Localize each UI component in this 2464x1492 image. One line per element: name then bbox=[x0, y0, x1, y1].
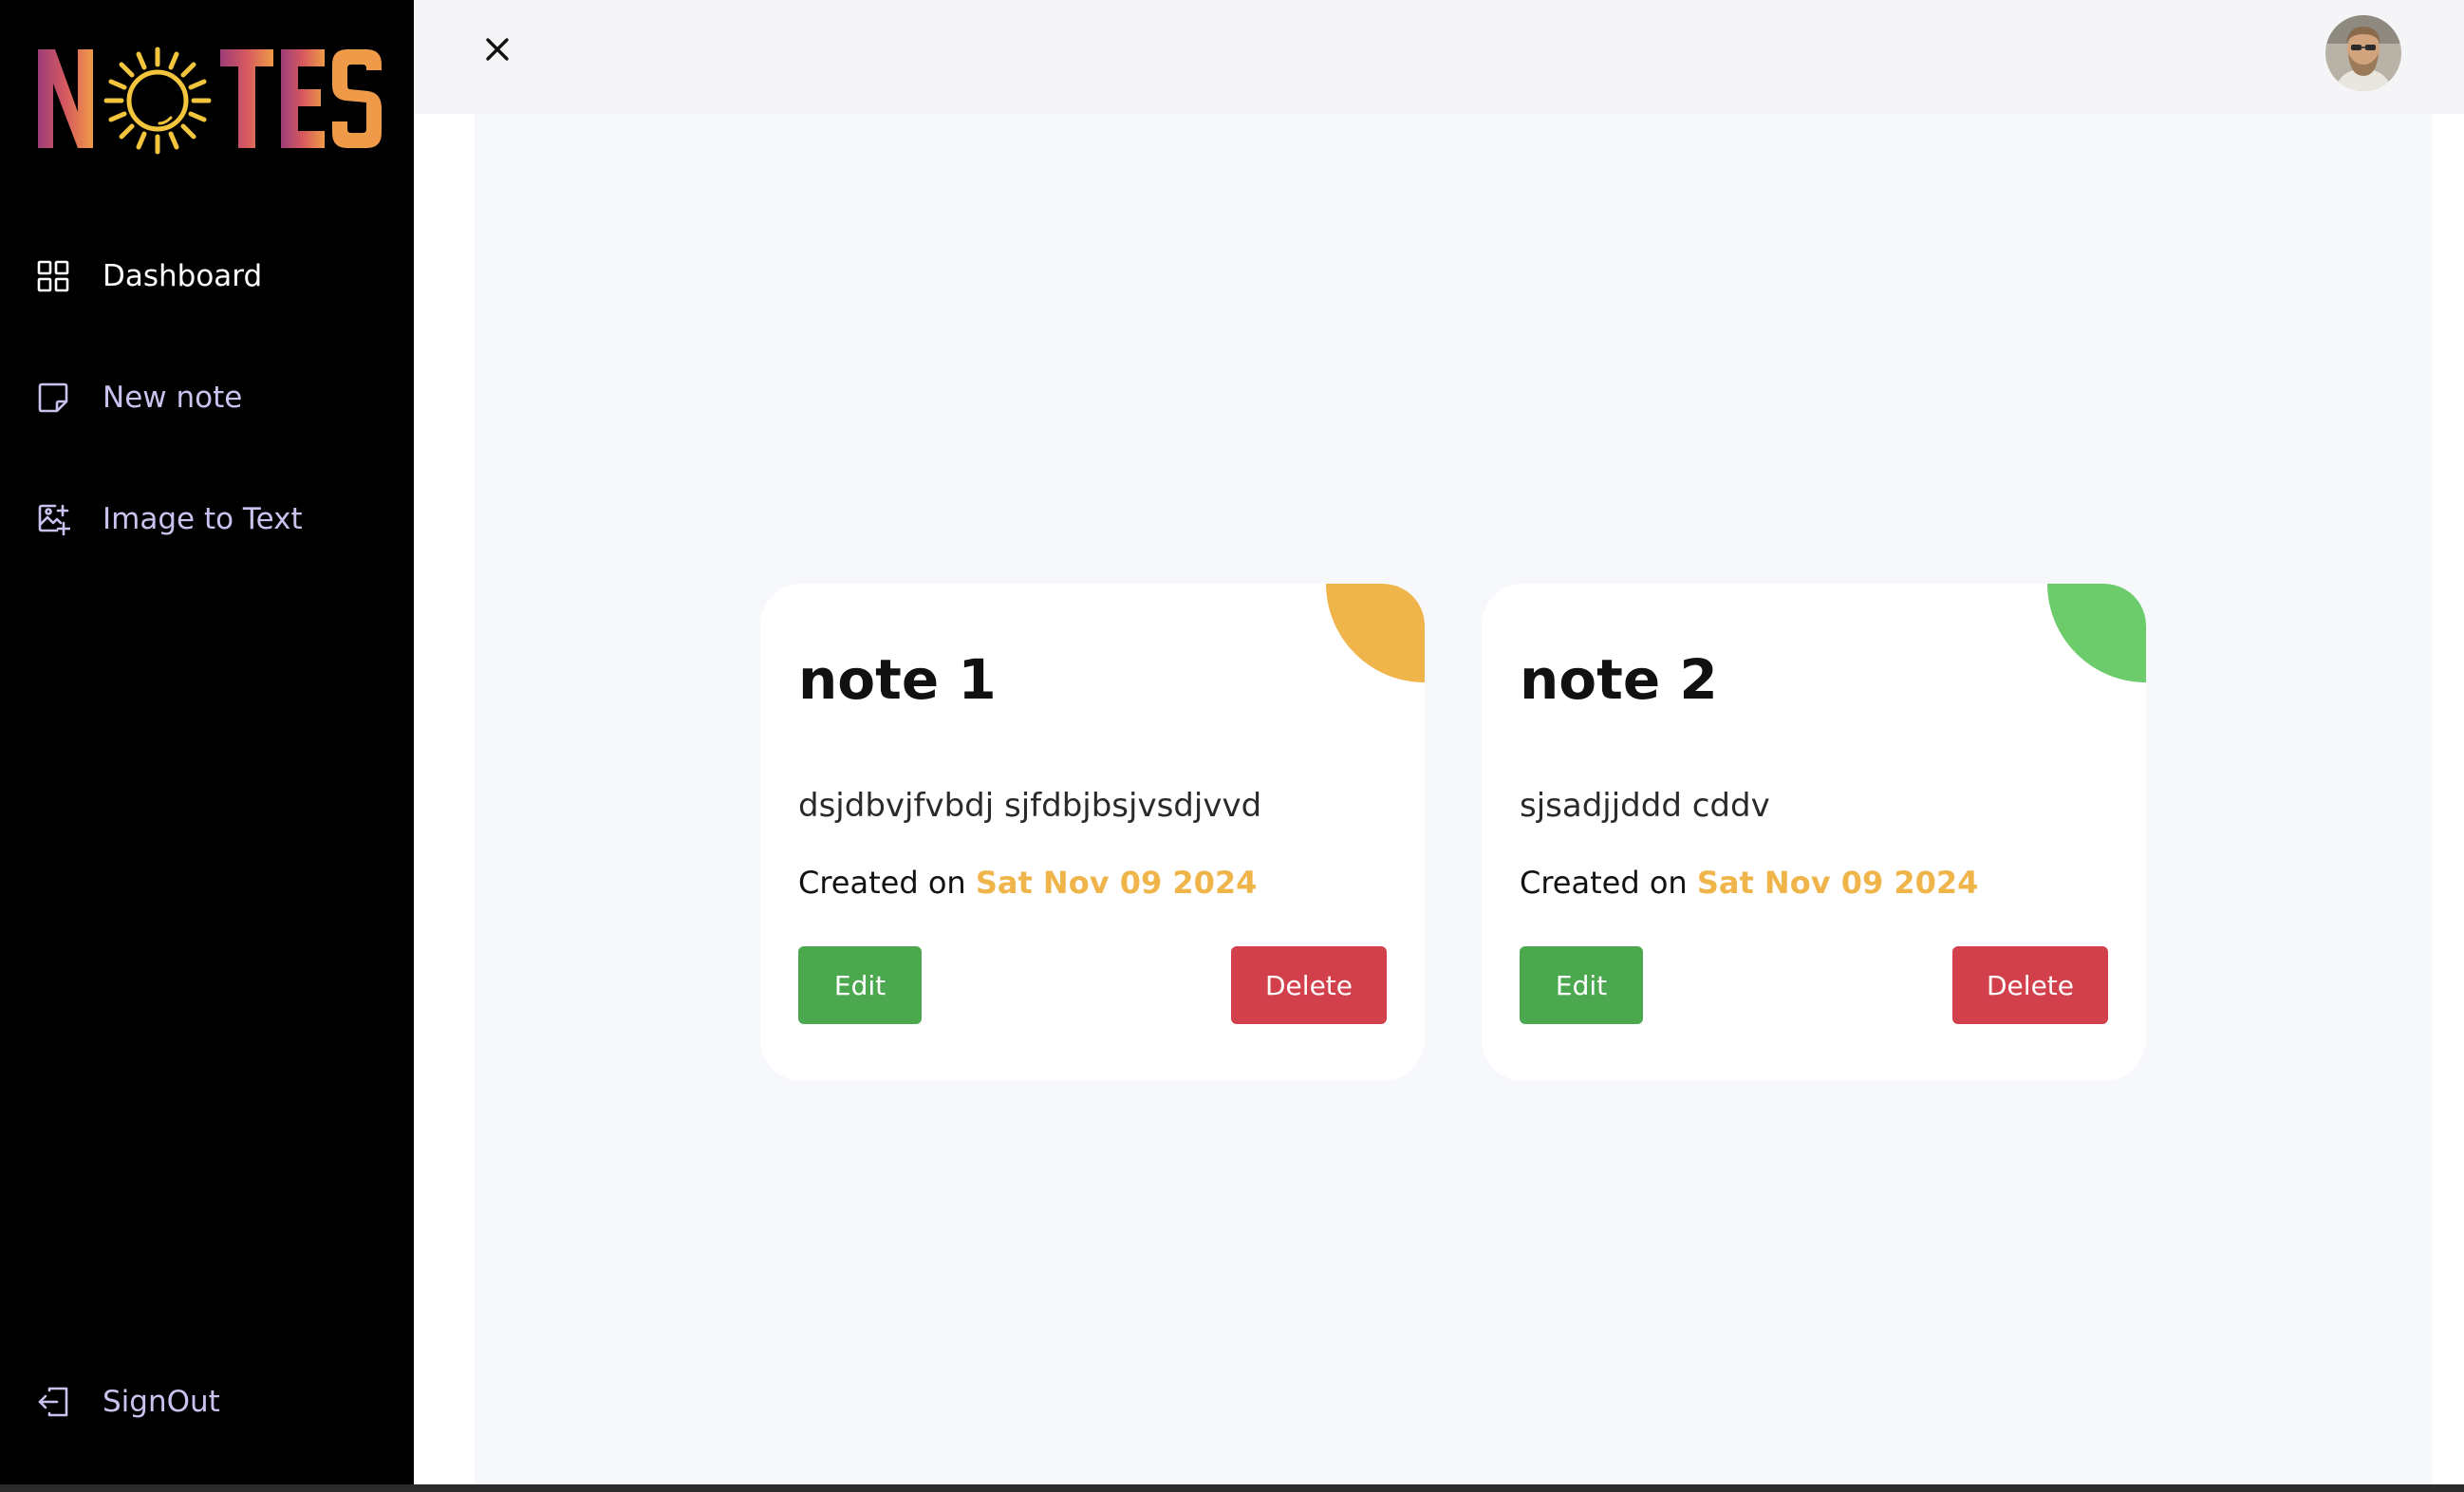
created-prefix: Created on bbox=[1520, 865, 1688, 901]
note-card: note 1 dsjdbvjfvbdj sjfdbjbsjvsdjvvd Cre… bbox=[760, 584, 1425, 1081]
top-bar bbox=[414, 0, 2464, 114]
sidebar-item-image-to-text[interactable]: Image to Text bbox=[36, 491, 303, 548]
user-avatar[interactable] bbox=[2325, 15, 2401, 91]
note-title: note 2 bbox=[1520, 647, 1718, 712]
card-accent-corner bbox=[1326, 584, 1425, 682]
card-accent-corner bbox=[2047, 584, 2146, 682]
close-icon[interactable] bbox=[476, 28, 518, 70]
edit-button[interactable]: Edit bbox=[1520, 946, 1643, 1024]
note-icon bbox=[36, 381, 70, 415]
created-prefix: Created on bbox=[798, 865, 966, 901]
created-date: Sat Nov 09 2024 bbox=[1696, 865, 1979, 901]
note-title: note 1 bbox=[798, 647, 997, 712]
notes-logo bbox=[36, 42, 387, 156]
note-created: Created on Sat Nov 09 2024 bbox=[798, 865, 1257, 901]
logout-icon bbox=[36, 1385, 70, 1419]
signout-button[interactable]: SignOut bbox=[36, 1373, 220, 1430]
note-created: Created on Sat Nov 09 2024 bbox=[1520, 865, 1978, 901]
signout-label: SignOut bbox=[103, 1385, 220, 1419]
sidebar-item-label: New note bbox=[103, 381, 243, 415]
note-body: sjsadjjddd cddv bbox=[1520, 787, 1770, 825]
edit-button[interactable]: Edit bbox=[798, 946, 922, 1024]
grid-icon bbox=[36, 259, 70, 293]
sidebar-item-new-note[interactable]: New note bbox=[36, 369, 242, 426]
note-card: note 2 sjsadjjddd cddv Created on Sat No… bbox=[1482, 584, 2146, 1081]
sidebar-item-label: Dashboard bbox=[103, 259, 263, 293]
window-bottom-edge bbox=[0, 1484, 2464, 1492]
app-root: Dashboard New note Image to Text SignOut… bbox=[0, 0, 2464, 1492]
delete-button[interactable]: Delete bbox=[1952, 946, 2108, 1024]
note-body: dsjdbvjfvbdj sjfdbjbsjvsdjvvd bbox=[798, 787, 1262, 825]
sidebar: Dashboard New note Image to Text SignOut bbox=[0, 0, 414, 1484]
image-add-icon bbox=[36, 502, 70, 536]
sidebar-item-label: Image to Text bbox=[103, 502, 303, 536]
delete-button[interactable]: Delete bbox=[1231, 946, 1387, 1024]
created-date: Sat Nov 09 2024 bbox=[975, 865, 1258, 901]
sidebar-item-dashboard[interactable]: Dashboard bbox=[36, 248, 262, 305]
